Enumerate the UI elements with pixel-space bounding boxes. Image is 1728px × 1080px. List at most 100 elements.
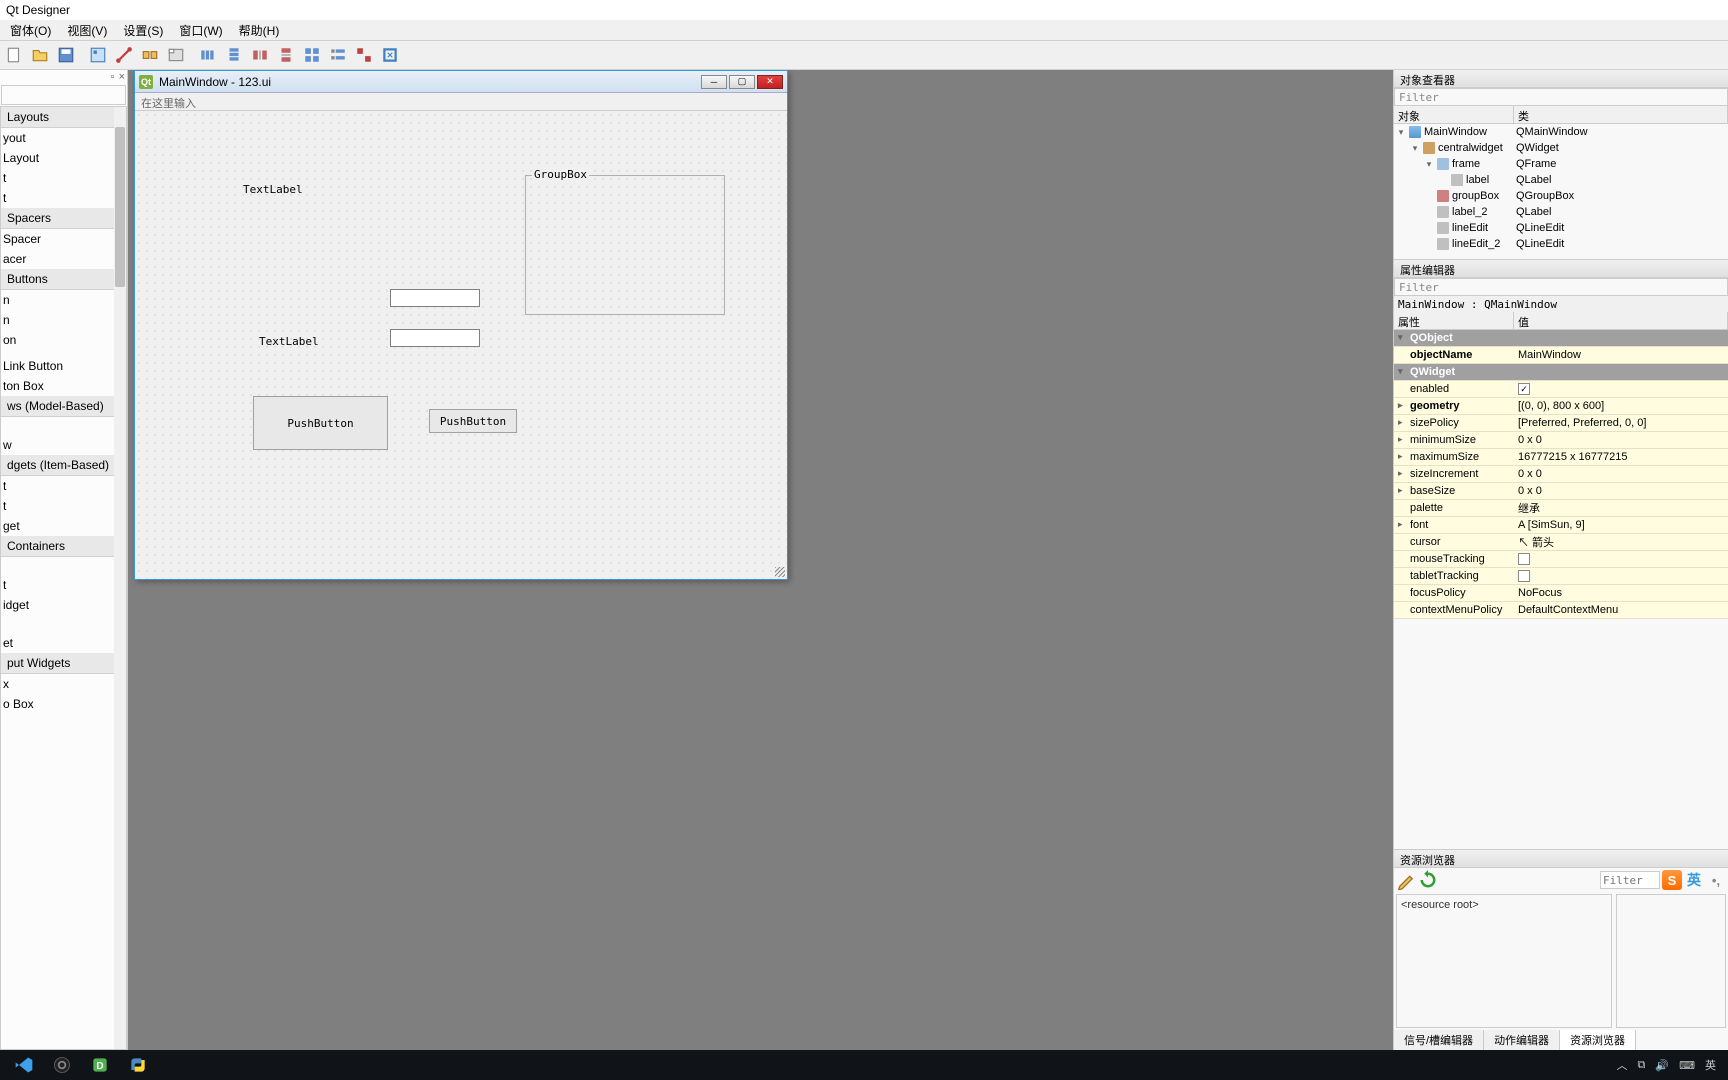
tray-network-icon[interactable]: ⧉	[1638, 1059, 1646, 1072]
tb-open-icon[interactable]	[28, 43, 52, 67]
taskbar-designer-icon[interactable]: D	[82, 1052, 118, 1078]
maximize-icon[interactable]: ▢	[729, 75, 755, 89]
wb-item[interactable]: acer	[1, 249, 126, 269]
pe-row[interactable]: palette继承	[1394, 500, 1728, 517]
design-area[interactable]: Qt MainWindow - 123.ui ─ ▢ ✕ 在这里输入 TextL…	[128, 70, 1393, 1050]
wb-item[interactable]: Spacer	[1, 229, 126, 249]
wb-item[interactable]: yout	[1, 128, 126, 148]
wb-cat-input-widgets[interactable]: put Widgets	[1, 653, 126, 674]
form-title-bar[interactable]: Qt MainWindow - 123.ui ─ ▢ ✕	[135, 71, 787, 93]
oi-row[interactable]: lineEditQLineEdit	[1394, 220, 1728, 236]
wb-item[interactable]: w	[1, 435, 126, 455]
pe-row[interactable]: objectNameMainWindow	[1394, 347, 1728, 364]
tb-layout-grid-icon[interactable]	[300, 43, 324, 67]
wb-item[interactable]: t	[1, 168, 126, 188]
rb-resource-tree[interactable]: <resource root>	[1396, 894, 1612, 1028]
taskbar-vscode-icon[interactable]	[6, 1052, 42, 1078]
oi-row[interactable]: ▾frameQFrame	[1394, 156, 1728, 172]
rb-resource-preview[interactable]	[1616, 894, 1726, 1028]
minimize-icon[interactable]: ─	[701, 75, 727, 89]
rb-reload-icon[interactable]	[1418, 870, 1438, 890]
ime-punct-icon[interactable]: •,	[1706, 870, 1726, 890]
menu-form[interactable]: 窗体(O)	[2, 20, 59, 41]
tb-edit-buddies-icon[interactable]	[138, 43, 162, 67]
oi-row[interactable]: groupBoxQGroupBox	[1394, 188, 1728, 204]
tb-layout-hsplit-icon[interactable]	[248, 43, 272, 67]
tb-layout-vsplit-icon[interactable]	[274, 43, 298, 67]
oi-row[interactable]: lineEdit_2QLineEdit	[1394, 236, 1728, 252]
tab-action-editor[interactable]: 动作编辑器	[1484, 1030, 1560, 1050]
wb-item[interactable]: get	[1, 516, 126, 536]
taskbar-python-icon[interactable]	[120, 1052, 156, 1078]
tb-layout-form-icon[interactable]	[326, 43, 350, 67]
design-form-window[interactable]: Qt MainWindow - 123.ui ─ ▢ ✕ 在这里输入 TextL…	[134, 70, 788, 580]
checkbox-icon[interactable]	[1518, 553, 1530, 565]
tray-keyboard-icon[interactable]: ⌨	[1679, 1059, 1695, 1072]
wb-item[interactable]: t	[1, 476, 126, 496]
checkbox-icon[interactable]: ✓	[1518, 383, 1530, 395]
object-inspector-filter[interactable]: Filter	[1394, 88, 1728, 106]
pe-row[interactable]: ▸maximumSize16777215 x 16777215	[1394, 449, 1728, 466]
resize-handle-icon[interactable]	[775, 567, 785, 577]
pe-header-value[interactable]: 值	[1514, 312, 1728, 329]
oi-row[interactable]: ▾MainWindowQMainWindow	[1394, 124, 1728, 140]
tab-signal-slot[interactable]: 信号/槽编辑器	[1394, 1030, 1484, 1050]
wb-cat-buttons[interactable]: Buttons	[1, 269, 126, 290]
pe-row[interactable]: cursor↖ 箭头	[1394, 534, 1728, 551]
widget-box-scrollbar[interactable]	[114, 107, 126, 1049]
widget-pushbutton[interactable]: PushButton	[429, 409, 517, 433]
pe-row[interactable]: ▸fontA [SimSun, 9]	[1394, 517, 1728, 534]
tab-resource-browser[interactable]: 资源浏览器	[1560, 1030, 1636, 1050]
wb-cat-containers[interactable]: Containers	[1, 536, 126, 557]
tb-layout-h-icon[interactable]	[196, 43, 220, 67]
form-canvas[interactable]: TextLabel GroupBox TextLabel PushButton …	[135, 111, 787, 579]
menu-settings[interactable]: 设置(S)	[115, 20, 171, 41]
ime-sogou-icon[interactable]: S	[1662, 870, 1682, 890]
menu-help[interactable]: 帮助(H)	[231, 20, 288, 41]
tb-break-layout-icon[interactable]	[352, 43, 376, 67]
widget-box-filter[interactable]	[1, 85, 126, 105]
pe-header-prop[interactable]: 属性	[1394, 312, 1514, 329]
pe-row[interactable]: contextMenuPolicyDefaultContextMenu	[1394, 602, 1728, 619]
tb-new-icon[interactable]	[2, 43, 26, 67]
oi-row[interactable]: ▾centralwidgetQWidget	[1394, 140, 1728, 156]
widget-lineedit[interactable]	[390, 329, 480, 347]
wb-item[interactable]: Link Button	[1, 356, 126, 376]
pe-row[interactable]: ▸sizeIncrement0 x 0	[1394, 466, 1728, 483]
wb-item[interactable]: o Box	[1, 694, 126, 714]
rb-filter[interactable]	[1600, 871, 1660, 889]
wb-item[interactable]: idget	[1, 595, 126, 615]
wb-item[interactable]: n	[1, 310, 126, 330]
close-icon[interactable]: ✕	[757, 75, 783, 89]
tray-ime-icon[interactable]: 英	[1705, 1057, 1716, 1073]
widget-box-list[interactable]: Layouts yout Layout t t Spacers Spacer a…	[0, 106, 127, 1050]
form-menu-placeholder[interactable]: 在这里输入	[135, 93, 787, 111]
pe-row[interactable]: enabled✓	[1394, 381, 1728, 398]
pe-row[interactable]: ▸baseSize0 x 0	[1394, 483, 1728, 500]
dock-close-icon[interactable]: ×	[119, 71, 125, 83]
tb-edit-signals-icon[interactable]	[112, 43, 136, 67]
pe-grid[interactable]: ▾QObjectobjectNameMainWindow▾QWidgetenab…	[1394, 330, 1728, 849]
pe-row[interactable]: ▸sizePolicy[Preferred, Preferred, 0, 0]	[1394, 415, 1728, 432]
wb-item[interactable]: n	[1, 290, 126, 310]
ime-lang-icon[interactable]: 英	[1684, 870, 1704, 890]
wb-item[interactable]: ton Box	[1, 376, 126, 396]
pe-row[interactable]: focusPolicyNoFocus	[1394, 585, 1728, 602]
rb-root[interactable]: <resource root>	[1401, 899, 1479, 911]
taskbar-obs-icon[interactable]	[44, 1052, 80, 1078]
tb-layout-v-icon[interactable]	[222, 43, 246, 67]
wb-item[interactable]: Layout	[1, 148, 126, 168]
tb-save-icon[interactable]	[54, 43, 78, 67]
tb-edit-tab-icon[interactable]	[164, 43, 188, 67]
wb-item[interactable]: et	[1, 633, 126, 653]
wb-item[interactable]: on	[1, 330, 126, 350]
pe-row[interactable]: ▾QObject	[1394, 330, 1728, 347]
wb-item[interactable]: t	[1, 575, 126, 595]
wb-cat-spacers[interactable]: Spacers	[1, 208, 126, 229]
wb-cat-item-widgets[interactable]: dgets (Item-Based)	[1, 455, 126, 476]
wb-cat-item-views[interactable]: ws (Model-Based)	[1, 396, 126, 417]
menu-window[interactable]: 窗口(W)	[171, 20, 230, 41]
widget-label[interactable]: TextLabel	[243, 183, 303, 196]
dock-float-icon[interactable]: ▫	[111, 71, 115, 83]
tb-adjust-size-icon[interactable]	[378, 43, 402, 67]
